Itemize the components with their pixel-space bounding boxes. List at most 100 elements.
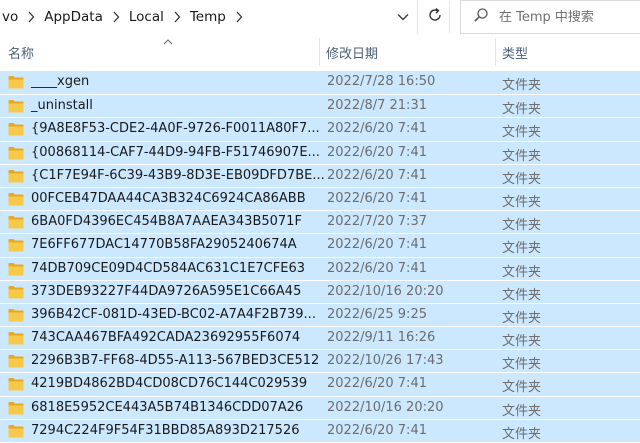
file-row[interactable]: ____xgen 2022/7/28 16:50 文件夹 [0, 71, 640, 94]
file-type: 文件夹 [502, 214, 541, 233]
folder-icon [8, 354, 24, 372]
file-modified-date: 2022/6/20 7:41 [327, 145, 427, 160]
file-modified-date: 2022/6/20 7:41 [327, 191, 427, 206]
file-row[interactable]: 6818E5952CE443A5B74B1346CDD07A26 2022/10/… [0, 396, 640, 419]
folder-icon [8, 238, 24, 256]
file-modified-date: 2022/10/16 20:20 [327, 284, 444, 299]
chevron-right-icon[interactable] [105, 10, 127, 25]
chevron-right-icon[interactable] [166, 10, 188, 25]
column-header-row: 名称 修改日期 类型 [0, 36, 640, 68]
file-modified-date: 2022/7/28 16:50 [327, 74, 435, 89]
file-row[interactable]: {00868114-CAF7-44D9-94FB-F51746907E... 20… [0, 141, 640, 164]
breadcrumb-item-appdata[interactable]: AppData [42, 9, 105, 25]
file-modified-date: 2022/6/25 9:25 [327, 307, 427, 322]
folder-icon [8, 146, 24, 164]
chevron-right-icon[interactable] [228, 10, 250, 25]
file-type: 文件夹 [502, 121, 541, 140]
file-row[interactable]: 74DB709CE09D4CD584AC631C1E7CFE63 2022/6/2… [0, 257, 640, 280]
file-name[interactable]: 74DB709CE09D4CD584AC631C1E7CFE63 [31, 261, 305, 276]
file-type: 文件夹 [502, 98, 541, 117]
search-box[interactable] [460, 0, 640, 34]
folder-icon [8, 308, 24, 326]
breadcrumb[interactable]: vo AppData Local Temp [0, 0, 418, 34]
file-name[interactable]: {00868114-CAF7-44D9-94FB-F51746907E... [31, 145, 320, 160]
file-type: 文件夹 [502, 400, 541, 419]
folder-icon [8, 99, 24, 117]
file-type: 文件夹 [502, 74, 541, 93]
column-header-type[interactable]: 类型 [502, 36, 640, 68]
folder-icon [8, 285, 24, 303]
file-modified-date: 2022/6/20 7:41 [327, 121, 427, 136]
breadcrumb-item-user[interactable]: vo [0, 9, 20, 25]
file-name[interactable]: {9A8E8F53-CDE2-4A0F-9726-F0011A80F7... [31, 121, 320, 136]
file-list: ____xgen2022/7/28 16:50文件夹_uninstall2022… [0, 71, 640, 442]
file-name[interactable]: 00FCEB47DAA44CA3B324C6924CA86ABB [31, 191, 306, 206]
file-type: 文件夹 [502, 261, 541, 280]
refresh-button[interactable] [420, 1, 450, 33]
file-name[interactable]: 7E6FF677DAC14770B58FA2905240674A [31, 237, 297, 252]
file-modified-date: 2022/10/16 20:20 [327, 400, 444, 415]
file-modified-date: 2022/9/11 16:26 [327, 330, 435, 345]
file-row[interactable]: 7E6FF677DAC14770B58FA2905240674A 2022/6/2… [0, 233, 640, 256]
sort-ascending-icon [163, 34, 173, 49]
file-modified-date: 2022/6/20 7:41 [327, 168, 427, 183]
file-type: 文件夹 [502, 168, 541, 187]
column-header-date[interactable]: 修改日期 [326, 36, 490, 68]
folder-icon [8, 215, 24, 233]
file-type: 文件夹 [502, 145, 541, 164]
file-row[interactable]: 743CAA467BFA492CADA23692955F6074 2022/9/1… [0, 326, 640, 349]
column-header-type-label: 类型 [502, 43, 528, 62]
file-row[interactable]: 00FCEB47DAA44CA3B324C6924CA86ABB 2022/6/2… [0, 187, 640, 210]
folder-icon [8, 377, 24, 395]
file-row[interactable]: {9A8E8F53-CDE2-4A0F-9726-F0011A80F7... 20… [0, 117, 640, 140]
address-history-dropdown[interactable] [392, 7, 414, 27]
file-row[interactable]: _uninstall2022/8/7 21:31文件夹 [0, 94, 640, 117]
file-row[interactable]: {C1F7E94F-6C39-43B9-8D3E-EB09DFD7BE...20… [0, 164, 640, 187]
folder-icon [8, 262, 24, 280]
file-modified-date: 2022/6/20 7:41 [327, 423, 427, 438]
file-row[interactable]: 2296B3B7-FF68-4D55-A113-567BED3CE5122022… [0, 349, 640, 372]
file-name[interactable]: 2296B3B7-FF68-4D55-A113-567BED3CE512 [31, 353, 319, 368]
file-name[interactable]: 6BA0FD4396EC454B8A7AAEA343B5071F [31, 214, 302, 229]
file-modified-date: 2022/7/20 7:37 [327, 214, 427, 229]
address-toolbar: vo AppData Local Temp [0, 0, 640, 36]
breadcrumb-item-temp[interactable]: Temp [188, 9, 228, 25]
file-type: 文件夹 [502, 330, 541, 349]
column-header-name-label: 名称 [8, 43, 34, 62]
folder-icon [8, 169, 24, 187]
file-row[interactable]: 6BA0FD4396EC454B8A7AAEA343B5071F 2022/7/2… [0, 210, 640, 233]
file-name[interactable]: {C1F7E94F-6C39-43B9-8D3E-EB09DFD7BE... [31, 168, 325, 183]
file-row[interactable]: 4219BD4862BD4CD08CD76C144C029539 2022/6/2… [0, 372, 640, 395]
chevron-down-icon [397, 10, 409, 25]
folder-icon [8, 192, 24, 210]
file-name[interactable]: 743CAA467BFA492CADA23692955F6074 [31, 330, 300, 345]
file-modified-date: 2022/6/20 7:41 [327, 237, 427, 252]
file-name[interactable]: ____xgen [31, 74, 89, 89]
file-type: 文件夹 [502, 284, 541, 303]
file-name[interactable]: 7294C224F9F54F31BBD85A893D217526 [31, 423, 300, 438]
search-input[interactable] [499, 10, 629, 25]
file-name[interactable]: 4219BD4862BD4CD08CD76C144C029539 [31, 376, 307, 391]
file-name[interactable]: 373DEB93227F44DA9726A595E1C66A45 [31, 284, 301, 299]
file-name[interactable]: 6818E5952CE443A5B74B1346CDD07A26 [31, 400, 303, 415]
folder-icon [8, 401, 24, 419]
file-row[interactable]: 373DEB93227F44DA9726A595E1C66A45 2022/10/… [0, 280, 640, 303]
column-header-name[interactable]: 名称 [8, 36, 318, 68]
search-icon [473, 7, 499, 27]
folder-icon [8, 122, 24, 140]
column-divider[interactable] [319, 38, 320, 66]
file-name[interactable]: 396B42CF-081D-43ED-BC02-A7A4F2B739... [31, 307, 316, 322]
file-type: 文件夹 [502, 376, 541, 395]
chevron-right-icon[interactable] [20, 10, 42, 25]
file-type: 文件夹 [502, 237, 541, 256]
refresh-icon [427, 7, 443, 27]
file-type: 文件夹 [502, 191, 541, 210]
breadcrumb-item-local[interactable]: Local [127, 9, 166, 25]
file-modified-date: 2022/6/20 7:41 [327, 376, 427, 391]
file-type: 文件夹 [502, 307, 541, 326]
file-modified-date: 2022/6/20 7:41 [327, 261, 427, 276]
column-divider[interactable] [495, 38, 496, 66]
file-row[interactable]: 396B42CF-081D-43ED-BC02-A7A4F2B739... 202… [0, 303, 640, 326]
file-name[interactable]: _uninstall [31, 98, 93, 113]
file-row[interactable]: 7294C224F9F54F31BBD85A893D217526 2022/6/2… [0, 419, 640, 442]
